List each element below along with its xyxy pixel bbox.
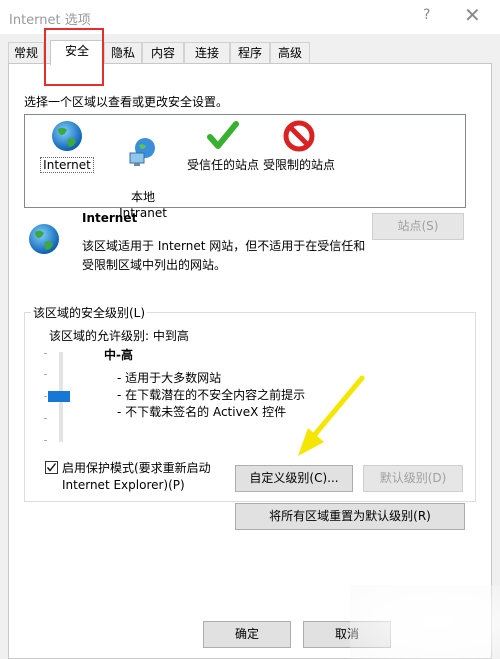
zone-label: 受信任的站点 <box>186 158 259 172</box>
tab-content[interactable]: 内容 <box>142 42 184 64</box>
ok-button[interactable]: 确定 <box>203 621 291 648</box>
protected-mode-label[interactable]: 启用保护模式(要求重新启动 Internet Explorer)(P) <box>62 460 232 494</box>
custom-level-button[interactable]: 自定义级别(C)... <box>235 465 353 492</box>
window-title: Internet 选项 <box>9 13 91 28</box>
intranet-icon <box>129 138 155 166</box>
level-description: - 适用于大多数网站 - 在下载潜在的不安全内容之前提示 - 不下载未签名的 A… <box>117 370 305 421</box>
zone-hint: 选择一个区域以查看或更改安全设置。 <box>24 95 229 109</box>
zone-intranet[interactable]: 本地 Intranet <box>111 119 175 221</box>
close-button[interactable]: ✕ <box>464 3 481 27</box>
security-level-title: 该区域的安全级别(L) <box>31 304 148 321</box>
tab-privacy[interactable]: 隐私 <box>104 42 142 64</box>
tab-programs[interactable]: 程序 <box>230 42 270 64</box>
tab-connections[interactable]: 连接 <box>184 42 230 64</box>
tab-advanced[interactable]: 高级 <box>270 42 310 64</box>
restricted-icon <box>283 120 315 152</box>
level-point: - 在下载潜在的不安全内容之前提示 <box>117 388 306 402</box>
zone-internet[interactable]: Internet <box>40 119 94 173</box>
zone-list: Internet 本地 Intranet 受信任的站点 受限制的站点 <box>24 114 466 220</box>
globe-icon <box>52 121 82 151</box>
annotation-arrow-icon <box>298 375 365 456</box>
zone-name: Internet <box>82 211 138 225</box>
level-point: - 适用于大多数网站 <box>117 371 222 385</box>
reset-all-zones-button[interactable]: 将所有区域重置为默认级别(R) <box>235 503 465 530</box>
zone-description: 该区域适用于 Internet 网站，但不适用于在受信任和受限制区域中列出的网站… <box>82 239 366 272</box>
checkmark-icon <box>207 121 239 149</box>
slider-tick <box>44 353 47 354</box>
zone-trusted[interactable]: 受信任的站点 <box>183 119 263 173</box>
slider-tick <box>44 440 47 441</box>
slider-tick <box>44 418 47 419</box>
zone-label: Internet <box>40 157 94 173</box>
checkmark-icon <box>46 463 57 472</box>
slider-tick <box>44 374 47 375</box>
level-name: 中-高 <box>104 348 133 362</box>
slider-tick <box>44 396 47 397</box>
level-point: - 不下载未签名的 ActiveX 控件 <box>117 405 287 419</box>
security-slider-thumb[interactable] <box>48 391 70 402</box>
default-level-button[interactable]: 默认级别(D) <box>363 465 463 492</box>
globe-icon <box>29 224 59 254</box>
allowed-levels: 该区域的允许级别: 中到高 <box>49 329 189 343</box>
zone-restricted[interactable]: 受限制的站点 <box>259 119 339 173</box>
watermark-blur <box>350 585 500 659</box>
tab-highlight-box <box>44 28 104 86</box>
protected-mode-checkbox[interactable] <box>45 461 58 474</box>
tab-general[interactable]: 常规 <box>8 42 44 64</box>
help-button[interactable]: ? <box>423 7 430 23</box>
zone-label: 受限制的站点 <box>262 158 335 172</box>
sites-button[interactable]: 站点(S) <box>372 213 464 240</box>
